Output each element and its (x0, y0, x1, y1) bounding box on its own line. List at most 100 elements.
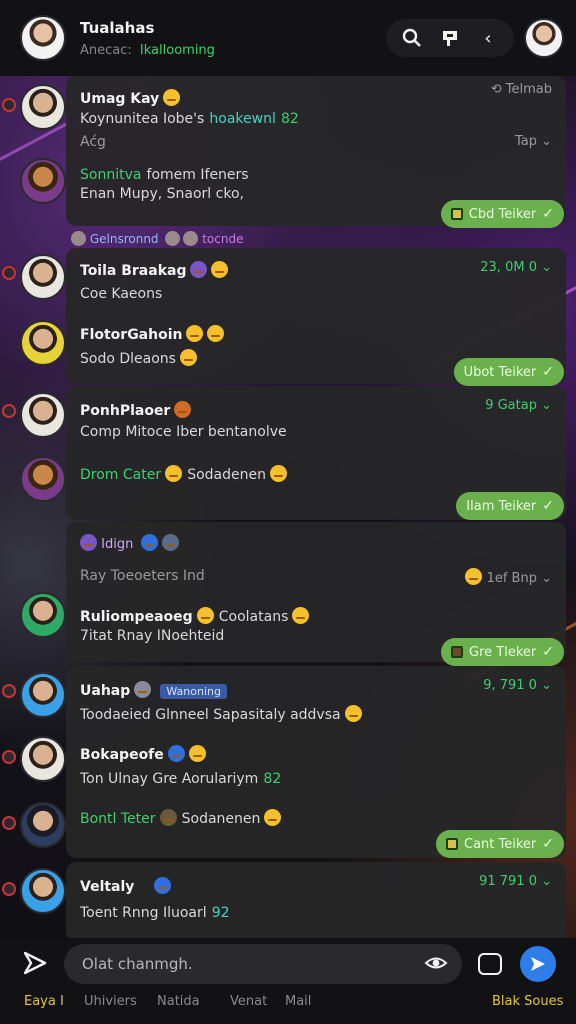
reaction-button[interactable]: Ilam Teiker ✓ (456, 492, 564, 520)
subtitle-prefix: Anecac: (80, 42, 132, 58)
user-avatar[interactable] (20, 736, 66, 782)
user-avatar[interactable] (20, 320, 66, 366)
emoji-icon (167, 745, 185, 762)
tab-item[interactable]: Mail (285, 994, 311, 1009)
flag-icon[interactable] (438, 26, 462, 50)
reaction-button[interactable]: Gre Tleker ✓ (441, 638, 564, 666)
emoji-icon (134, 681, 152, 698)
check-icon: ✓ (542, 836, 554, 852)
message-line: Ton Ulnay Gre Aorulariym 82 (80, 768, 281, 787)
user-avatar[interactable] (20, 392, 66, 438)
sub-message-header: Drom Cater Sodadenen (80, 464, 287, 483)
author-name[interactable]: Toila Braakag (80, 263, 186, 279)
emoji-icon (211, 261, 229, 278)
check-icon: ✓ (542, 644, 554, 660)
author-name[interactable]: Uahap (80, 683, 130, 699)
user-avatar[interactable] (20, 672, 66, 718)
emoji-icon (159, 809, 177, 826)
user-avatar[interactable] (20, 254, 66, 300)
sub-author-name[interactable]: Bontl Teter (80, 811, 156, 827)
reaction-button-label: Cant Teiker (464, 836, 537, 852)
mini-avatar (183, 231, 199, 246)
eye-icon[interactable] (424, 954, 448, 976)
author-name[interactable]: Veltaly (80, 879, 134, 895)
message-line: Sodo Dleaons (80, 348, 197, 367)
reaction-button[interactable]: Cbd Teiker ✓ (440, 200, 564, 228)
back-chevron-icon[interactable]: ‹ (476, 26, 500, 50)
status-dot (2, 750, 16, 764)
message-teal-text: hoakewnl (209, 111, 276, 127)
arrow-icon[interactable] (22, 950, 50, 978)
emoji-icon (165, 465, 183, 482)
emoji-icon (80, 534, 97, 551)
message-line: Toodaeied Glnneel Sapasitaly addvsa (80, 704, 362, 723)
author-name[interactable]: FlotorGahoin (80, 327, 182, 343)
message-card: Umag Kay ⟲ Telmab Koynunitea Iobe's hoak… (66, 76, 566, 228)
reply-toggle[interactable]: Tap ⌄ (515, 134, 552, 149)
square-icon (450, 208, 463, 220)
search-icon[interactable] (400, 26, 424, 50)
tab-item[interactable]: Natida (157, 994, 200, 1009)
message-line: Toent Rnng Iluoarl 92 (80, 902, 230, 921)
msg-header: Uahap Wanoning (80, 680, 227, 699)
timestamp: 91 791 0 ⌄ (479, 874, 552, 889)
author-name[interactable]: PonhPlaoer (80, 403, 170, 419)
reaction-meta[interactable]: 1ef Bnp ⌄ (461, 568, 552, 586)
banner-label: Gelnsronnd (89, 232, 159, 246)
message-feed[interactable]: Umag Kay ⟲ Telmab Koynunitea Iobe's hoak… (0, 76, 576, 938)
reaction-button[interactable]: Cant Teiker ✓ (436, 830, 564, 858)
channel-banner[interactable]: Gelnsronnd tocnde (68, 231, 243, 246)
user-avatar[interactable] (20, 802, 66, 848)
author-name[interactable]: Bokapeofe (80, 747, 164, 763)
user-avatar[interactable] (20, 868, 66, 914)
message-text: 7itat Rnay INoehteid (80, 628, 225, 644)
user-avatar[interactable] (20, 592, 66, 638)
message-green-text: 82 (280, 111, 299, 127)
tab-item[interactable]: Blak Soues (492, 994, 563, 1009)
status-dot (2, 882, 16, 896)
timestamp: 23, 0M 0 ⌄ (480, 260, 552, 275)
message-teal-text: 92 (211, 905, 230, 921)
sub-author-rest: Sodadenen (187, 467, 266, 483)
reaction-button[interactable]: Ubot Teiker ✓ (453, 358, 564, 386)
reaction-button-label: Cbd Teiker (468, 206, 537, 222)
tab-item[interactable]: Venat (230, 994, 267, 1009)
message-card: Uahap Wanoning 9, 791 0 ⌄ Toodaeied Glnn… (66, 666, 566, 858)
user-avatar[interactable] (20, 456, 66, 502)
channel-title: Tualahas (80, 18, 155, 37)
message-text: Coe Kaeons (80, 286, 163, 302)
sub-author-name[interactable]: Drom Cater (80, 467, 161, 483)
reaction-button-label: Ubot Teiker (463, 364, 537, 380)
channel-titles: Tualahas Anecac: Ikallooming (80, 19, 386, 58)
author-name[interactable]: Umag Kay (80, 91, 159, 107)
timestamp-text: 23, 0M 0 (480, 260, 537, 275)
sub-message-text: Enan Mupy, Snaorl cko, (80, 186, 244, 202)
tab-item[interactable]: Uhiviers (84, 994, 137, 1009)
author-rest: Coolatans (218, 609, 289, 625)
user-avatar[interactable] (20, 158, 66, 204)
timestamp: 9, 791 0 ⌄ (483, 678, 552, 693)
msg-header: Veltaly (80, 876, 172, 895)
tab-item[interactable]: Eaya I (24, 994, 64, 1009)
emoji-icon (162, 534, 180, 551)
profile-avatar[interactable] (524, 18, 564, 58)
sub-message-header: Bontl Teter Sodanenen (80, 808, 282, 827)
chip-label[interactable]: Idign (101, 537, 133, 552)
sub-author-name[interactable]: Sonnitva (80, 167, 141, 183)
thumbs-icon (465, 568, 483, 585)
message-text: Ray Toeoeters Ind (80, 568, 205, 584)
message-text: Toent Rnng Iluoarl (80, 905, 207, 921)
user-avatar[interactable] (20, 84, 66, 130)
channel-avatar[interactable] (20, 15, 66, 61)
emoji-icon (186, 325, 204, 342)
timestamp-text: 9 Gatap (485, 398, 537, 413)
reaction-meta-text: 1ef Bnp (486, 571, 537, 586)
channel-subtitle: Anecac: Ikallooming (80, 43, 386, 58)
sticker-icon[interactable] (478, 953, 502, 975)
message-input[interactable] (64, 944, 462, 984)
send-button[interactable] (520, 946, 556, 982)
author-name[interactable]: Ruliompeaoeg (80, 609, 193, 625)
msg-header: PonhPlaoer (80, 400, 192, 419)
check-icon: ✓ (542, 364, 554, 380)
mini-avatar (165, 231, 181, 246)
